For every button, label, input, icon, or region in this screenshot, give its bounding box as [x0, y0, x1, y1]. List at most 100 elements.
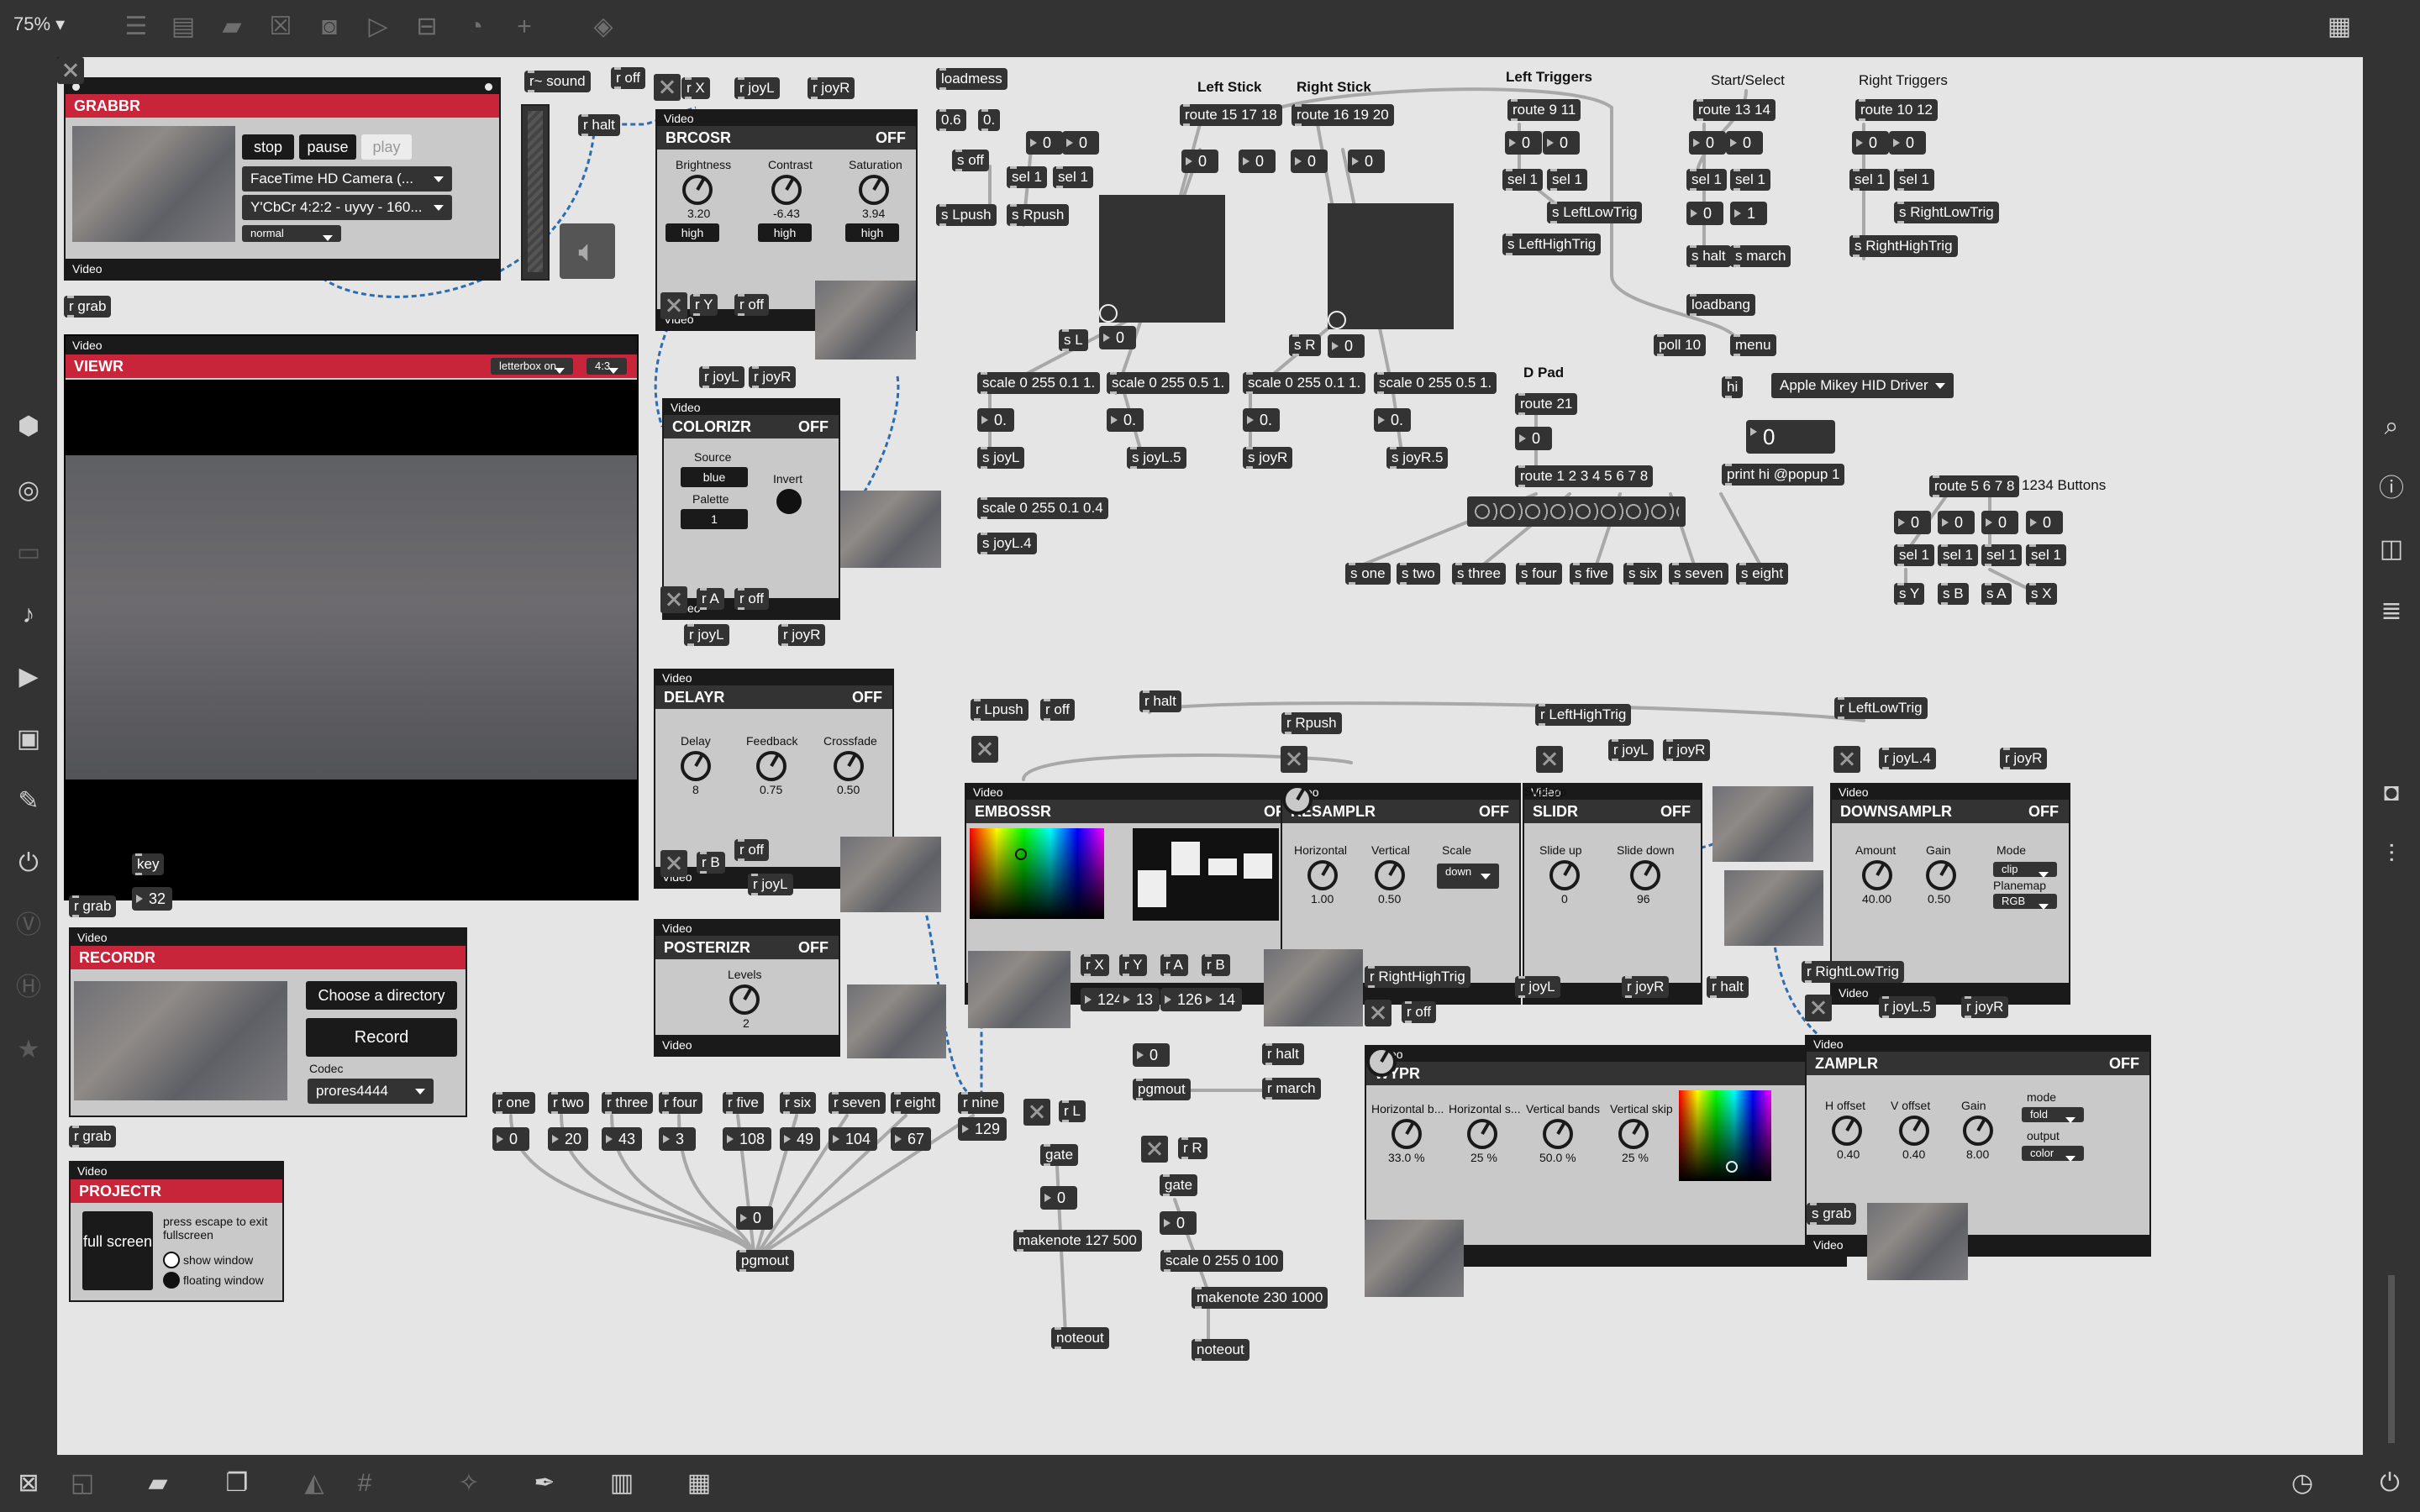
list-icon[interactable]: ☰: [119, 12, 153, 42]
object-box[interactable]: r LeftLowTrig: [1834, 697, 1928, 719]
toggle-lpush[interactable]: [971, 736, 998, 763]
toggle-rpush[interactable]: [1281, 746, 1307, 773]
right-stick-pad[interactable]: [1328, 203, 1454, 329]
color-picker-handle[interactable]: [1015, 848, 1027, 860]
object-box[interactable]: sel 1: [1007, 166, 1047, 188]
object-box[interactable]: scale 0 255 0.5 1.: [1374, 372, 1497, 394]
object-box[interactable]: sel 1: [1730, 169, 1770, 191]
object-box[interactable]: sel 1: [1938, 544, 1978, 566]
object-box[interactable]: r joyL.5: [1879, 996, 1936, 1018]
object-box[interactable]: route 1 2 3 4 5 6 7 8: [1515, 465, 1654, 487]
planemap-menu[interactable]: RGB: [1993, 894, 2057, 910]
star-icon[interactable]: ★: [10, 1033, 47, 1067]
object-box[interactable]: sel 1: [1894, 544, 1934, 566]
number-box[interactable]: 0: [1160, 1211, 1197, 1235]
clock-icon[interactable]: ◷: [2286, 1468, 2319, 1499]
slide-up-knob[interactable]: [1549, 860, 1580, 890]
object-box[interactable]: s joyR.5: [1386, 447, 1449, 469]
number-box[interactable]: 0: [1938, 511, 1975, 534]
object-box[interactable]: r joyL: [699, 366, 744, 388]
music-note-icon[interactable]: ♪: [10, 598, 47, 632]
object-box[interactable]: r halt: [1707, 976, 1749, 998]
number-box[interactable]: 1: [1730, 202, 1767, 225]
object-box[interactable]: route 10 12: [1855, 99, 1939, 121]
object-box[interactable]: route 9 11: [1507, 99, 1581, 121]
object-box[interactable]: s halt: [1686, 245, 1731, 267]
grid-icon[interactable]: ▦: [2323, 12, 2356, 42]
number-box[interactable]: 129: [958, 1117, 1007, 1141]
object-box[interactable]: scale 0 255 0.5 1.: [1107, 372, 1230, 394]
object-box[interactable]: s L: [1059, 329, 1088, 351]
feedback-knob[interactable]: [756, 751, 786, 781]
object-box[interactable]: s Lpush: [936, 204, 997, 226]
vertical-knob[interactable]: [1375, 860, 1405, 890]
object-box[interactable]: r joyR: [1622, 976, 1670, 998]
object-box[interactable]: s march: [1730, 245, 1791, 267]
show-window-radio[interactable]: [163, 1252, 180, 1268]
object-box[interactable]: r joyR: [808, 77, 855, 99]
object-box[interactable]: s joyL: [977, 447, 1025, 469]
contrast-quality[interactable]: high: [758, 223, 812, 242]
v-offset-knob[interactable]: [1899, 1116, 1929, 1146]
number-box[interactable]: 32: [132, 887, 173, 911]
hid-device-menu[interactable]: Apple Mikey HID Driver: [1771, 373, 1954, 398]
object-box[interactable]: gate: [1160, 1174, 1198, 1196]
mixer-icon[interactable]: ⫶: [2373, 838, 2410, 872]
object-box[interactable]: s Rpush: [1007, 204, 1070, 226]
object-box[interactable]: r four: [659, 1092, 702, 1114]
levels-knob[interactable]: [729, 984, 760, 1015]
vertical-bands-knob[interactable]: [1543, 1119, 1573, 1149]
object-box[interactable]: sel 1: [1053, 166, 1093, 188]
object-box[interactable]: sel 1: [2026, 544, 2066, 566]
object-box[interactable]: pgmout: [1133, 1079, 1191, 1100]
mode-menu[interactable]: fold: [2022, 1107, 2084, 1123]
object-box[interactable]: route 5 6 7 8: [1929, 475, 2020, 497]
camera-icon[interactable]: ◘: [2373, 776, 2410, 810]
level-meter[interactable]: [2388, 1275, 2395, 1443]
wrench-icon[interactable]: ✒: [528, 1468, 561, 1499]
left-stick-pad[interactable]: [1099, 195, 1225, 323]
object-box[interactable]: loadbang: [1686, 294, 1755, 316]
brightness-knob[interactable]: [682, 175, 713, 205]
mode-menu[interactable]: clip: [1993, 862, 2057, 878]
object-box[interactable]: key: [132, 853, 165, 875]
object-box[interactable]: s R: [1289, 334, 1321, 356]
object-box[interactable]: r off: [611, 67, 645, 89]
object-box[interactable]: r B: [1202, 954, 1230, 976]
number-box[interactable]: 0: [1726, 131, 1763, 155]
number-box[interactable]: 104: [829, 1127, 878, 1151]
object-box[interactable]: r march: [1262, 1078, 1321, 1100]
object-box[interactable]: r X: [1081, 954, 1109, 976]
object-box[interactable]: r Lpush: [971, 699, 1028, 721]
number-box[interactable]: 0: [1348, 150, 1385, 173]
stop-button[interactable]: stop: [242, 134, 294, 160]
number-box[interactable]: 3: [659, 1127, 696, 1151]
object-box[interactable]: r nine: [958, 1092, 1004, 1114]
columns-icon[interactable]: ◫: [2373, 533, 2410, 566]
horizontal-bands-knob[interactable]: [1392, 1119, 1422, 1149]
radio-buttons[interactable]: [1474, 503, 1679, 520]
list-details-icon[interactable]: ≣: [2373, 595, 2410, 628]
object-box[interactable]: r Rpush: [1281, 712, 1342, 734]
number-box[interactable]: 0: [1040, 1186, 1077, 1210]
object-box[interactable]: r off: [1402, 1001, 1436, 1023]
object-box[interactable]: s off: [952, 150, 989, 171]
keyboard-icon[interactable]: ▦: [682, 1468, 716, 1499]
object-box[interactable]: s one: [1345, 563, 1391, 585]
number-box[interactable]: 0: [1133, 1043, 1170, 1067]
object-box[interactable]: r joyR: [778, 624, 826, 646]
v-icon[interactable]: Ⓥ: [10, 909, 47, 942]
object-box[interactable]: s three: [1452, 563, 1506, 585]
plug-icon[interactable]: ⏻: [10, 847, 47, 880]
number-box[interactable]: 0: [1239, 150, 1276, 173]
add-icon[interactable]: +: [508, 12, 541, 42]
hid-value-number[interactable]: 0: [1746, 420, 1835, 454]
amount-knob[interactable]: [1862, 860, 1892, 890]
zoom-menu[interactable]: 75% ▾: [13, 13, 65, 35]
object-box[interactable]: s six: [1623, 563, 1662, 585]
object-box[interactable]: r one: [492, 1092, 535, 1114]
object-box[interactable]: s four: [1516, 563, 1562, 585]
toggle-righthightrig[interactable]: [1365, 1000, 1392, 1026]
object-box[interactable]: r grab: [69, 1126, 117, 1147]
target-icon[interactable]: ◎: [10, 474, 47, 507]
